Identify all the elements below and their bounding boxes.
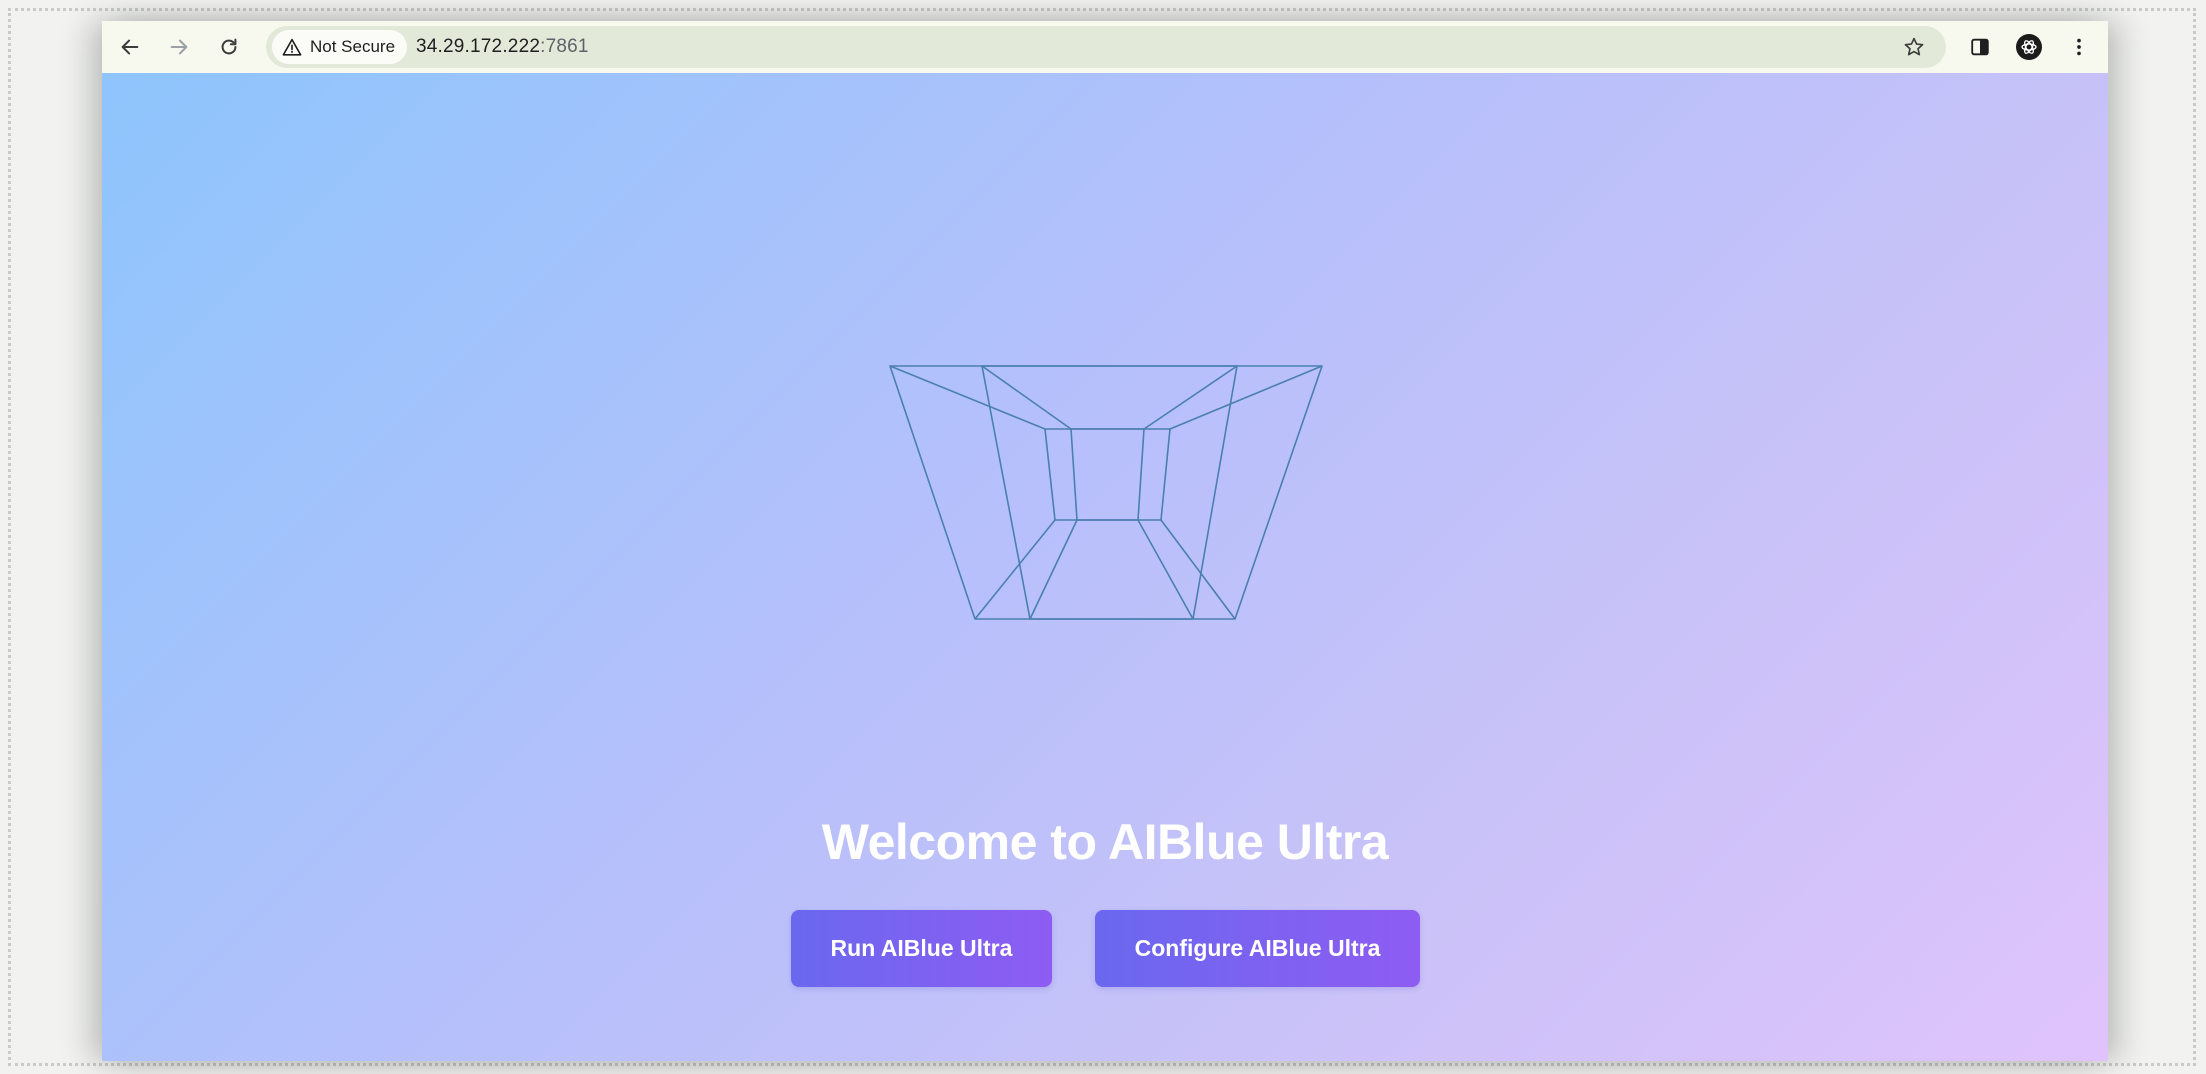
arrow-left-icon [121, 39, 139, 55]
kebab-menu-icon [2077, 38, 2081, 56]
side-panel-icon [1971, 38, 1989, 56]
arrow-right-icon [170, 39, 188, 55]
forward-button[interactable] [159, 27, 199, 67]
page-title: Welcome to AIBlue Ultra [821, 814, 1389, 870]
security-label: Not Secure [310, 37, 396, 56]
extension-icon [2016, 34, 2042, 60]
warning-triangle-icon [282, 38, 302, 56]
reload-icon [221, 38, 237, 55]
address-bar[interactable]: Not Secure 34.29.172.222:7861 [266, 26, 1946, 68]
url-text[interactable]: 34.29.172.222:7861 [416, 26, 589, 68]
menu-button[interactable] [2059, 27, 2099, 67]
configure-button[interactable]: Configure AIBlue Ultra [1095, 910, 1420, 987]
url-port: :7861 [540, 36, 589, 57]
run-button[interactable]: Run AIBlue Ultra [791, 910, 1052, 987]
browser-toolbar: Not Secure 34.29.172.222:7861 [102, 21, 2108, 73]
star-icon [1904, 37, 1924, 56]
side-panel-button[interactable] [1960, 27, 2000, 67]
bookmark-button[interactable] [1894, 27, 1934, 67]
security-chip[interactable]: Not Secure [272, 30, 408, 64]
page-content: Welcome to AIBlue Ultra Run AIBlue Ultra… [102, 73, 2108, 1061]
browser-window: Not Secure 34.29.172.222:7861 Welcome to… [102, 21, 2108, 1061]
tunnel-wireframe-logo [889, 365, 1323, 620]
extension-button[interactable] [2009, 27, 2049, 67]
url-host: 34.29.172.222 [416, 36, 541, 57]
back-button[interactable] [110, 27, 150, 67]
reload-button[interactable] [209, 27, 249, 67]
